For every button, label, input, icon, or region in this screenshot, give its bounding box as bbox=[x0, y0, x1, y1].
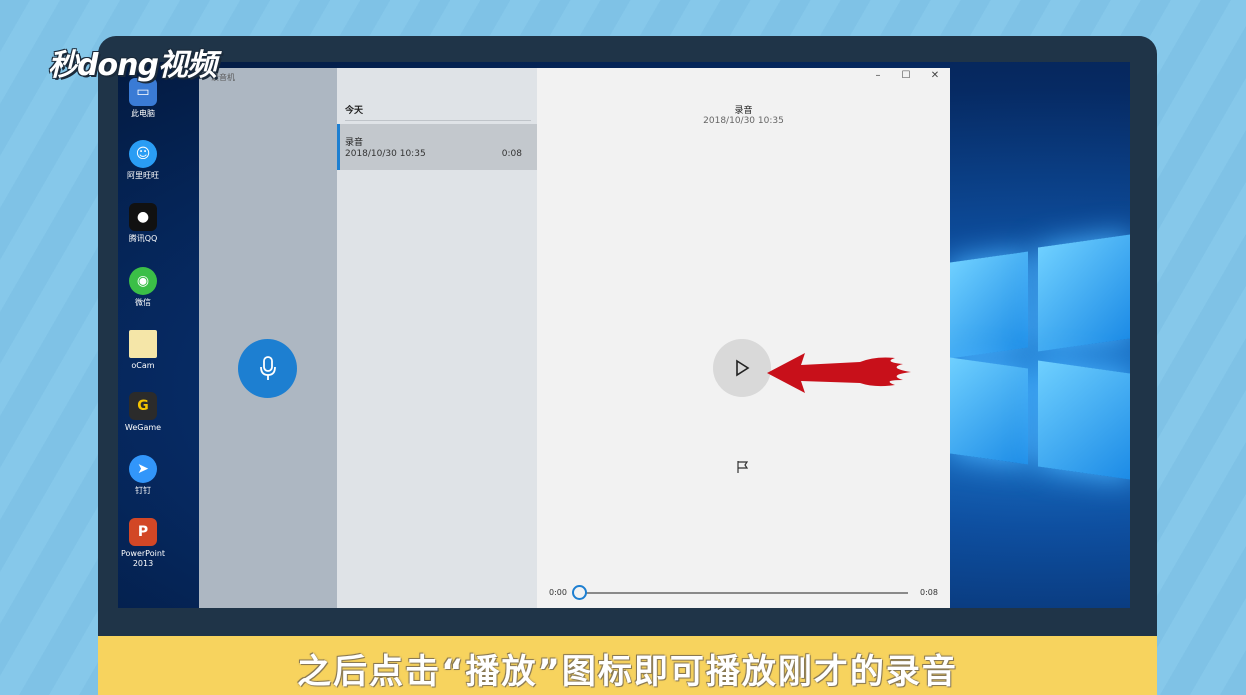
recording-title: 录音 bbox=[345, 138, 364, 148]
record-button[interactable] bbox=[238, 339, 297, 398]
wechat-icon: ◉ bbox=[129, 267, 157, 295]
maximize-button[interactable]: ☐ bbox=[895, 70, 917, 81]
folder-icon bbox=[129, 330, 157, 358]
desktop-icon-aliwangwang[interactable]: ☺ 阿里旺旺 bbox=[118, 140, 168, 181]
recording-list-item[interactable]: 录音 2018/10/30 10:35 0:08 bbox=[337, 124, 537, 170]
voice-recorder-window: 录音机 今天 录音 2018/10/30 10:35 0:08 – ☐ ✕ 录音… bbox=[199, 68, 950, 608]
qq-icon: ● bbox=[129, 203, 157, 231]
player-title: 录音 bbox=[734, 106, 753, 116]
microphone-icon bbox=[259, 355, 276, 380]
recorder-pane: 录音机 bbox=[199, 68, 337, 608]
desktop-icons: ▭ 此电脑 ☺ 阿里旺旺 ● 腾讯QQ ◉ 微信 oCam G WeGame ➤… bbox=[118, 62, 168, 608]
seek-bar-track[interactable] bbox=[580, 592, 908, 594]
desktop-icon-this-pc[interactable]: ▭ 此电脑 bbox=[118, 78, 168, 119]
desktop-icon-wegame[interactable]: G WeGame bbox=[118, 392, 168, 433]
recording-date: 2018/10/30 10:35 bbox=[345, 149, 426, 159]
wegame-icon: G bbox=[129, 392, 157, 420]
caption-bar: 之后点击“播放”图标即可播放刚才的录音 bbox=[98, 636, 1157, 695]
play-button[interactable] bbox=[713, 339, 771, 397]
desktop-icon-wechat[interactable]: ◉ 微信 bbox=[118, 267, 168, 308]
watermark-logo: 秒dong视频 bbox=[48, 48, 217, 83]
windows-logo-wallpaper bbox=[950, 234, 1130, 495]
dingtalk-icon: ➤ bbox=[129, 455, 157, 483]
list-divider bbox=[345, 120, 531, 121]
caption-text: 之后点击“播放”图标即可播放刚才的录音 bbox=[297, 652, 958, 692]
marker-flag-icon[interactable] bbox=[736, 460, 750, 474]
desktop-icon-powerpoint[interactable]: P PowerPoint 2013 bbox=[118, 518, 168, 569]
desktop-icon-qq[interactable]: ● 腾讯QQ bbox=[118, 203, 168, 244]
player-date: 2018/10/30 10:35 bbox=[703, 116, 784, 126]
player-pane: – ☐ ✕ 录音 2018/10/30 10:35 0:00 0:08 bbox=[537, 68, 950, 608]
desktop-icon-dingtalk[interactable]: ➤ 钉钉 bbox=[118, 455, 168, 496]
list-group-header: 今天 bbox=[345, 106, 364, 116]
time-elapsed: 0:00 bbox=[549, 588, 567, 597]
powerpoint-icon: P bbox=[129, 518, 157, 546]
play-icon bbox=[736, 359, 750, 377]
aliwangwang-icon: ☺ bbox=[129, 140, 157, 168]
close-button[interactable]: ✕ bbox=[924, 70, 946, 81]
desktop-icon-ocam[interactable]: oCam bbox=[118, 330, 168, 371]
minimize-button[interactable]: – bbox=[867, 70, 889, 81]
recording-duration: 0:08 bbox=[501, 149, 522, 159]
recordings-list: 今天 录音 2018/10/30 10:35 0:08 bbox=[337, 68, 537, 608]
red-arrow-annotation bbox=[767, 353, 911, 393]
time-total: 0:08 bbox=[920, 588, 938, 597]
seek-bar-thumb[interactable] bbox=[572, 585, 587, 600]
